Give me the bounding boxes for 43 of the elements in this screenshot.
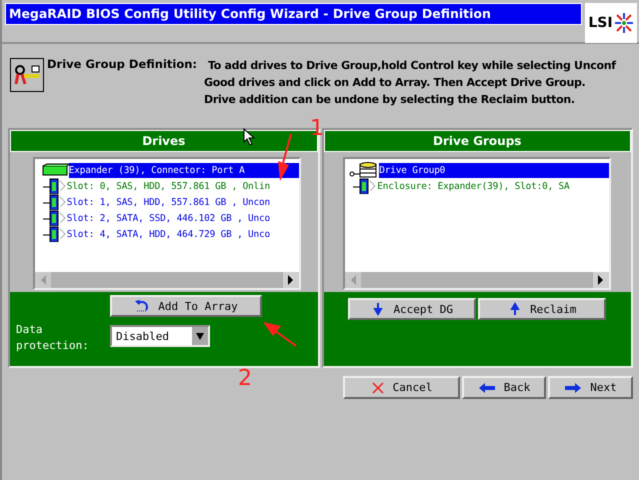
add-to-array-button[interactable]: Add To Array [110,295,262,317]
arrow-down-icon [371,302,386,316]
drive-icon [40,210,67,226]
tree-item[interactable]: Drive Group0 [379,162,610,178]
horizontal-scrollbar[interactable] [34,272,299,288]
field-label: Data protection: [16,322,90,354]
drive-icon [40,226,67,242]
panel-button[interactable]: Accept DG [348,298,476,320]
scroll-right-icon[interactable] [282,272,299,288]
arrow-left-icon [478,380,496,394]
nav-button[interactable]: Cancel [343,376,460,399]
tree-item[interactable]: Expander (39), Connector: Port A [68,162,299,178]
drive-icon [40,178,67,194]
window-title: MegaRAID BIOS Config Utility Config Wizard - Drive Group Definition [5,3,582,25]
annotation-arrow [262,320,298,348]
data-protection-dropdown[interactable]: Disabled [110,325,210,347]
tree-item[interactable]: Slot: 0, SAS, HDD, 557.861 GB , Onlin [66,178,299,194]
database-icon [349,162,380,178]
close-icon [370,380,385,394]
scroll-left-icon[interactable] [34,272,51,288]
undo-icon [134,299,150,313]
arrow-right-icon [564,380,582,394]
mouse-cursor-icon [243,128,255,146]
drive-icon [351,178,378,194]
section-label: Drive Group Definition: [47,57,198,71]
panel-button[interactable]: Reclaim [478,298,606,320]
logo: LSI [585,3,637,43]
annotation-number: 2 [238,368,252,390]
nav-button[interactable]: Next [548,376,633,399]
tree-item[interactable]: Slot: 4, SATA, HDD, 464.729 GB , Unco [66,226,299,242]
scroll-left-icon[interactable] [345,272,362,288]
tools-icon [10,58,44,92]
logo-mark-icon [614,11,634,35]
scroll-right-icon[interactable] [593,272,610,288]
arrow-up-icon [508,302,522,316]
tree-item[interactable]: Enclosure: Expander(39), Slot:0, SA [377,178,610,194]
instruction-text: To add drives to Drive Group,hold Control key while selecting Unconf Good drives and click on Add to Array. Then Accept Drive Group. Drive addition can be undone by selecting the Reclaim button. [204,58,618,108]
tree-item[interactable]: Slot: 2, SATA, SSD, 446.102 GB , Unco [66,210,299,226]
drive-icon [40,194,67,210]
panel-header: Drive Groups [324,130,631,152]
nav-button[interactable]: Back [462,376,546,399]
tree-item[interactable]: Slot: 1, SAS, HDD, 557.861 GB , Uncon [66,194,299,210]
horizontal-scrollbar[interactable] [345,272,610,288]
